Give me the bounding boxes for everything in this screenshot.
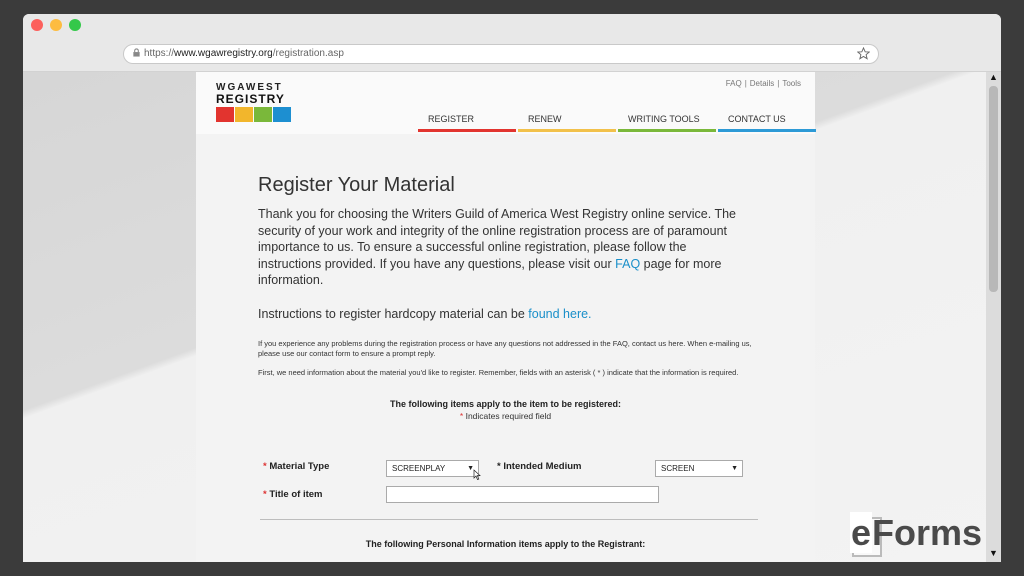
lock-icon xyxy=(133,48,140,57)
close-window-button[interactable] xyxy=(31,19,43,31)
required-note-text: Indicates required field xyxy=(465,411,552,421)
section-divider xyxy=(260,519,758,520)
nav-renew[interactable]: RENEW xyxy=(518,112,616,132)
title-bar xyxy=(23,14,1001,36)
eforms-text: Forms xyxy=(872,512,983,553)
eforms-watermark: eForms xyxy=(850,512,983,553)
logo-tile-yellow xyxy=(235,107,253,122)
items-header: The following items apply to the item to… xyxy=(196,399,815,421)
url-field[interactable]: https://www.wgawregistry.org/registratio… xyxy=(123,44,879,64)
minimize-window-button[interactable] xyxy=(50,19,62,31)
logo-tile-blue xyxy=(273,107,291,122)
scroll-thumb[interactable] xyxy=(989,86,998,292)
hardcopy-paragraph: Instructions to register hardcopy materi… xyxy=(258,307,758,321)
scroll-down-arrow-icon[interactable]: ▼ xyxy=(989,548,998,558)
material-type-select[interactable]: SCREENPLAY ▼ xyxy=(386,460,479,477)
hardcopy-text: Instructions to register hardcopy materi… xyxy=(258,306,529,321)
nav-register[interactable]: REGISTER xyxy=(418,112,516,132)
mouse-cursor-icon xyxy=(473,469,481,480)
title-of-item-input[interactable] xyxy=(386,486,659,503)
browser-window: https://www.wgawregistry.org/registratio… xyxy=(23,14,1001,562)
intended-medium-select[interactable]: SCREEN ▼ xyxy=(655,460,743,477)
logo-tiles xyxy=(216,107,291,122)
url-path: /registration.asp xyxy=(272,48,344,59)
asterisk: * xyxy=(263,489,267,500)
problems-paragraph: If you experience any problems during th… xyxy=(258,338,752,359)
nav-contact-us[interactable]: CONTACT US xyxy=(718,112,816,132)
util-link-details[interactable]: Details xyxy=(750,79,774,88)
util-link-faq[interactable]: FAQ xyxy=(726,79,742,88)
scroll-up-arrow-icon[interactable]: ▲ xyxy=(989,72,998,82)
intended-medium-value: SCREEN xyxy=(661,464,695,473)
asterisk: * xyxy=(263,461,267,472)
logo-tile-red xyxy=(216,107,234,122)
items-title: The following items apply to the item to… xyxy=(389,399,622,409)
bookmark-star-icon[interactable] xyxy=(857,47,870,60)
material-type-label-text: Material Type xyxy=(269,461,330,472)
page-viewport: WGAWEST REGISTRY FAQ | Details | Tools REGIS… xyxy=(23,72,1001,562)
dropdown-arrow-icon: ▼ xyxy=(731,465,738,472)
nav-writing-tools[interactable]: WRITING TOOLS xyxy=(618,112,716,132)
eforms-e: e xyxy=(850,512,873,553)
asterisk: * xyxy=(497,461,501,472)
main-content: Register Your Material Thank you for cho… xyxy=(258,174,758,378)
separator: | xyxy=(744,79,747,88)
personal-info-title: The following Personal Information items… xyxy=(365,539,646,549)
maximize-window-button[interactable] xyxy=(69,19,81,31)
first-paragraph: First, we need information about the mat… xyxy=(258,367,739,377)
web-page: WGAWEST REGISTRY FAQ | Details | Tools REGIS… xyxy=(196,72,818,562)
logo-tile-green xyxy=(254,107,272,122)
faq-link[interactable]: FAQ xyxy=(615,257,640,271)
site-logo[interactable]: WGAWEST REGISTRY xyxy=(216,82,291,122)
asterisk: * xyxy=(459,411,464,421)
url-scheme: https:// xyxy=(144,48,175,59)
page-title: Register Your Material xyxy=(258,174,455,196)
logo-line2: REGISTRY xyxy=(216,92,285,106)
address-bar: https://www.wgawregistry.org/registratio… xyxy=(23,36,1001,72)
required-note: * Indicates required field xyxy=(196,411,815,421)
intended-medium-label: * Intended Medium xyxy=(497,461,581,472)
util-link-tools[interactable]: Tools xyxy=(782,79,801,88)
title-of-item-label-text: Title of item xyxy=(269,489,323,500)
url-host: www.wgawregistry.org xyxy=(174,48,273,59)
intro-paragraph: Thank you for choosing the Writers Guild… xyxy=(258,206,748,289)
utility-links: FAQ | Details | Tools xyxy=(726,79,801,88)
found-here-link[interactable]: found here. xyxy=(528,307,591,321)
main-nav: REGISTER RENEW WRITING TOOLS CONTACT US xyxy=(418,112,818,132)
title-of-item-label: * Title of item xyxy=(263,489,322,500)
vertical-scrollbar[interactable]: ▲ ▼ xyxy=(986,72,1001,562)
intended-medium-label-text: Intended Medium xyxy=(503,461,582,472)
material-type-label: * Material Type xyxy=(263,461,329,472)
material-type-value: SCREENPLAY xyxy=(392,464,446,473)
